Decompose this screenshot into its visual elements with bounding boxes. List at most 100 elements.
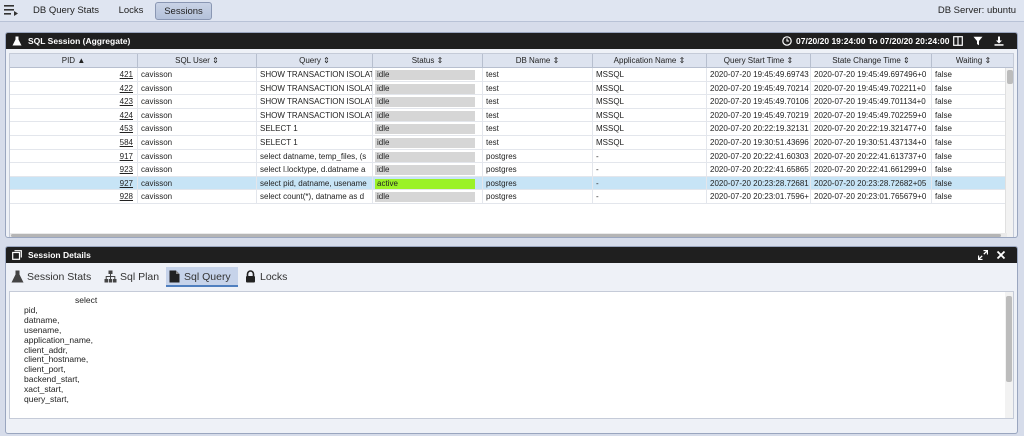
column-header-sql-user[interactable]: SQL User ⇕: [138, 54, 257, 68]
cell-query: SHOW TRANSACTION ISOLAT: [257, 95, 373, 109]
table-row[interactable]: 927 cavisson select pid, datname, usename a…: [10, 176, 1013, 191]
filter-icon[interactable]: [973, 36, 983, 46]
column-header-db-name[interactable]: DB Name ⇕: [483, 54, 593, 68]
cell-user: cavisson: [138, 190, 257, 204]
pid-link[interactable]: 421: [120, 70, 133, 79]
cell-schange: 2020-07-20 19:45:49.697496+0: [811, 68, 932, 82]
table-horizontal-scrollbar[interactable]: [10, 233, 1007, 237]
cell-status: idle: [373, 163, 483, 177]
cell-query: select datname, temp_files, (s: [257, 149, 373, 164]
cell-user: cavisson: [138, 136, 257, 150]
scroll-thumb[interactable]: [1006, 296, 1012, 382]
column-header-pid[interactable]: PID ▲: [10, 54, 138, 68]
sort-asc-icon: ▲: [77, 56, 86, 65]
table-vertical-scrollbar[interactable]: [1005, 68, 1013, 237]
tab-sessions[interactable]: Sessions: [155, 2, 212, 20]
column-header-status[interactable]: Status ⇕: [373, 54, 483, 68]
table-row[interactable]: 917 cavisson select datname, temp_files, (…: [10, 149, 1013, 164]
query-line: select: [75, 295, 98, 305]
cell-pid: 917: [10, 149, 138, 164]
tab-session-stats[interactable]: Session Stats: [9, 267, 99, 287]
status-badge: idle: [375, 70, 475, 80]
pid-link[interactable]: 424: [120, 111, 133, 120]
table-row[interactable]: 423 cavisson SHOW TRANSACTION ISOLAT idle te…: [10, 95, 1013, 109]
pid-link[interactable]: 923: [120, 165, 133, 174]
status-badge: idle: [375, 124, 475, 135]
cell-query: SHOW TRANSACTION ISOLAT: [257, 108, 373, 123]
column-header-waiting[interactable]: Waiting ⇕: [932, 54, 1013, 68]
expand-icon[interactable]: [978, 250, 988, 260]
pid-link[interactable]: 927: [120, 179, 133, 188]
query-line: client_addr,: [24, 344, 68, 355]
status-badge: idle: [375, 138, 475, 148]
cell-status: idle: [373, 108, 483, 123]
pid-link[interactable]: 584: [120, 138, 133, 147]
cell-db: test: [483, 95, 593, 109]
pid-link[interactable]: 423: [120, 97, 133, 106]
tab-db-query-stats[interactable]: DB Query Stats: [30, 2, 102, 20]
table-row[interactable]: 424 cavisson SHOW TRANSACTION ISOLAT idle te…: [10, 108, 1013, 123]
table-header-row: PID ▲ SQL User ⇕ Query ⇕ Status ⇕ DB Nam…: [10, 54, 1013, 68]
tab-locks-details[interactable]: Locks: [242, 267, 298, 287]
content-vertical-scrollbar[interactable]: [1005, 292, 1013, 418]
cell-status: idle: [373, 149, 483, 164]
cell-pid: 423: [10, 95, 138, 109]
tab-sql-query[interactable]: Sql Query: [166, 267, 238, 287]
pid-link[interactable]: 422: [120, 84, 133, 93]
window-icon: [12, 250, 22, 260]
cell-status: idle: [373, 95, 483, 109]
cell-db: test: [483, 81, 593, 96]
cell-waiting: false: [932, 136, 1013, 150]
column-header-state-change-time[interactable]: State Change Time ⇕: [811, 54, 932, 68]
status-badge: idle: [375, 151, 475, 162]
columns-icon[interactable]: [953, 36, 963, 46]
table-row[interactable]: 422 cavisson SHOW TRANSACTION ISOLAT idle te…: [10, 81, 1013, 96]
cell-qstart: 2020-07-20 19:45:49.70214: [707, 81, 811, 96]
cell-query: select l.locktype, d.datname a: [257, 163, 373, 177]
cell-pid: 453: [10, 122, 138, 136]
cell-qstart: 2020-07-20 20:22:41.60303: [707, 149, 811, 164]
tab-sql-plan[interactable]: Sql Plan: [102, 267, 164, 287]
pid-link[interactable]: 917: [120, 152, 133, 161]
table-row[interactable]: 584 cavisson SELECT 1 idle test MSSQL 2020-07-…: [10, 136, 1013, 150]
cell-qstart: 2020-07-20 19:30:51.43696: [707, 136, 811, 150]
cell-app: MSSQL: [593, 108, 707, 123]
cell-user: cavisson: [138, 81, 257, 96]
cell-waiting: false: [932, 68, 1013, 82]
pid-link[interactable]: 453: [120, 124, 133, 133]
tab-locks[interactable]: Locks: [112, 2, 150, 20]
cell-user: cavisson: [138, 95, 257, 109]
cell-query: SHOW TRANSACTION ISOLAT: [257, 81, 373, 96]
cell-db: test: [483, 68, 593, 82]
scroll-thumb[interactable]: [1007, 70, 1013, 84]
scroll-thumb[interactable]: [11, 234, 1001, 237]
clock-icon[interactable]: [782, 36, 792, 46]
time-range-label: 07/20/20 19:24:00 To 07/20/20 20:24:00: [796, 36, 950, 46]
table-row[interactable]: 421 cavisson SHOW TRANSACTION ISOLAT idle te…: [10, 68, 1013, 82]
cell-query: SELECT 1: [257, 122, 373, 136]
cell-query: SHOW TRANSACTION ISOLAT: [257, 68, 373, 82]
sort-icon: ⇕: [984, 56, 992, 65]
cell-pid: 923: [10, 163, 138, 177]
column-header-application-name[interactable]: Application Name ⇕: [593, 54, 707, 68]
column-header-query-start-time[interactable]: Query Start Time ⇕: [707, 54, 811, 68]
download-icon[interactable]: [994, 36, 1004, 46]
sort-icon: ⇕: [436, 56, 444, 65]
cell-user: cavisson: [138, 68, 257, 82]
cell-app: MSSQL: [593, 95, 707, 109]
table-row[interactable]: 928 cavisson select count(*), datname as d…: [10, 190, 1013, 204]
cell-pid: 927: [10, 176, 138, 191]
cell-db: test: [483, 108, 593, 123]
table-row[interactable]: 453 cavisson SELECT 1 idle test MSSQL 2020-07-…: [10, 122, 1013, 136]
menu-icon[interactable]: [4, 4, 18, 16]
close-icon[interactable]: [996, 250, 1006, 260]
cell-query: SELECT 1: [257, 136, 373, 150]
cell-pid: 928: [10, 190, 138, 204]
pid-link[interactable]: 928: [120, 192, 133, 201]
table-row[interactable]: 923 cavisson select l.locktype, d.datname …: [10, 163, 1013, 177]
cell-waiting: false: [932, 150, 1013, 164]
cell-qstart: 2020-07-20 20:23:01.7596+: [707, 190, 811, 204]
cell-pid: 584: [10, 136, 138, 150]
column-header-query[interactable]: Query ⇕: [257, 54, 373, 68]
cell-schange: 2020-07-20 20:22:41.661299+0: [811, 163, 932, 177]
